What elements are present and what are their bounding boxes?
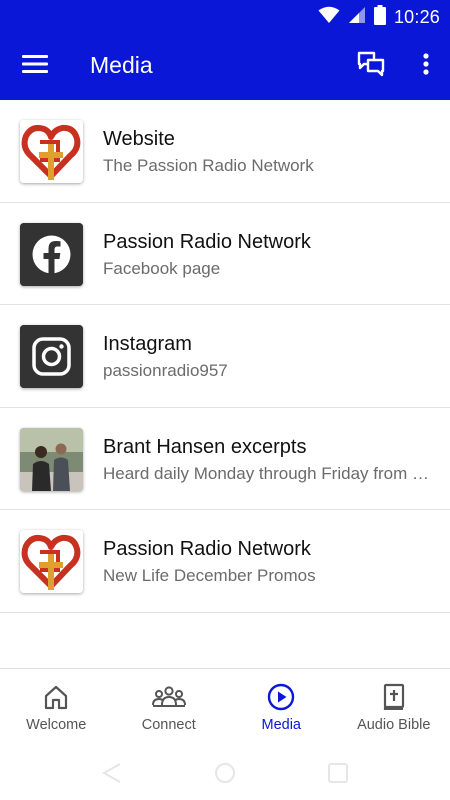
list-item-website[interactable]: Website The Passion Radio Network	[0, 100, 450, 203]
item-subtitle: The Passion Radio Network	[103, 156, 314, 175]
wifi-icon	[318, 6, 340, 29]
nav-item-media[interactable]: Media	[225, 669, 338, 748]
system-nav-bar	[0, 748, 450, 800]
item-subtitle: Heard daily Monday through Friday from 8…	[103, 463, 433, 483]
instagram-icon	[20, 325, 83, 388]
passion-logo	[20, 530, 83, 593]
item-subtitle: Facebook page	[103, 258, 221, 278]
chat-icon	[357, 51, 385, 82]
list-item-instagram[interactable]: Instagram passionradio957	[0, 305, 450, 408]
app-bar: Media	[0, 32, 450, 100]
nav-label: Media	[261, 717, 302, 733]
nav-label: Welcome	[26, 717, 87, 733]
more-options-button[interactable]	[414, 49, 438, 83]
brant-hansen-photo	[20, 427, 83, 491]
back-icon[interactable]	[100, 762, 122, 789]
menu-icon	[22, 54, 48, 79]
signal-icon	[348, 6, 366, 29]
passion-logo	[20, 120, 83, 183]
people-icon	[151, 681, 186, 713]
status-icons: 10:26	[318, 5, 440, 30]
bible-icon	[383, 681, 405, 713]
battery-icon	[373, 5, 386, 30]
item-title: Passion Radio Network	[103, 538, 311, 560]
nav-item-audio-bible[interactable]: Audio Bible	[338, 669, 450, 748]
item-title: Instagram	[103, 333, 192, 355]
page-title: Media	[90, 52, 153, 78]
home-button-icon[interactable]	[214, 762, 236, 789]
play-circle-icon	[267, 681, 295, 713]
status-time: 10:26	[393, 7, 440, 27]
nav-label: Connect	[141, 717, 196, 733]
status-bar: 10:26	[0, 0, 450, 32]
item-title: Passion Radio Network	[103, 230, 311, 253]
more-vert-icon	[423, 52, 429, 80]
list-item-promos[interactable]: Passion Radio Network New Life December …	[0, 510, 450, 613]
list-item-facebook[interactable]: Passion Radio Network Facebook page	[0, 203, 450, 305]
item-title: Brant Hansen excerpts	[103, 435, 307, 458]
bottom-nav: Welcome Connect Media Audio Bible	[0, 668, 450, 748]
media-list: Website The Passion Radio Network Passio…	[0, 100, 450, 613]
home-icon	[43, 681, 69, 713]
nav-label: Audio Bible	[357, 717, 431, 733]
nav-item-welcome[interactable]: Welcome	[0, 669, 113, 748]
item-title: Website	[103, 128, 175, 150]
facebook-icon	[20, 222, 83, 286]
list-item-brant-hansen[interactable]: Brant Hansen excerpts Heard daily Monday…	[0, 408, 450, 510]
item-subtitle: passionradio957	[103, 361, 228, 380]
nav-item-connect[interactable]: Connect	[113, 669, 226, 748]
recents-icon[interactable]	[327, 762, 349, 789]
item-subtitle: New Life December Promos	[103, 566, 316, 585]
menu-button[interactable]	[18, 50, 52, 82]
chat-button[interactable]	[354, 49, 388, 83]
